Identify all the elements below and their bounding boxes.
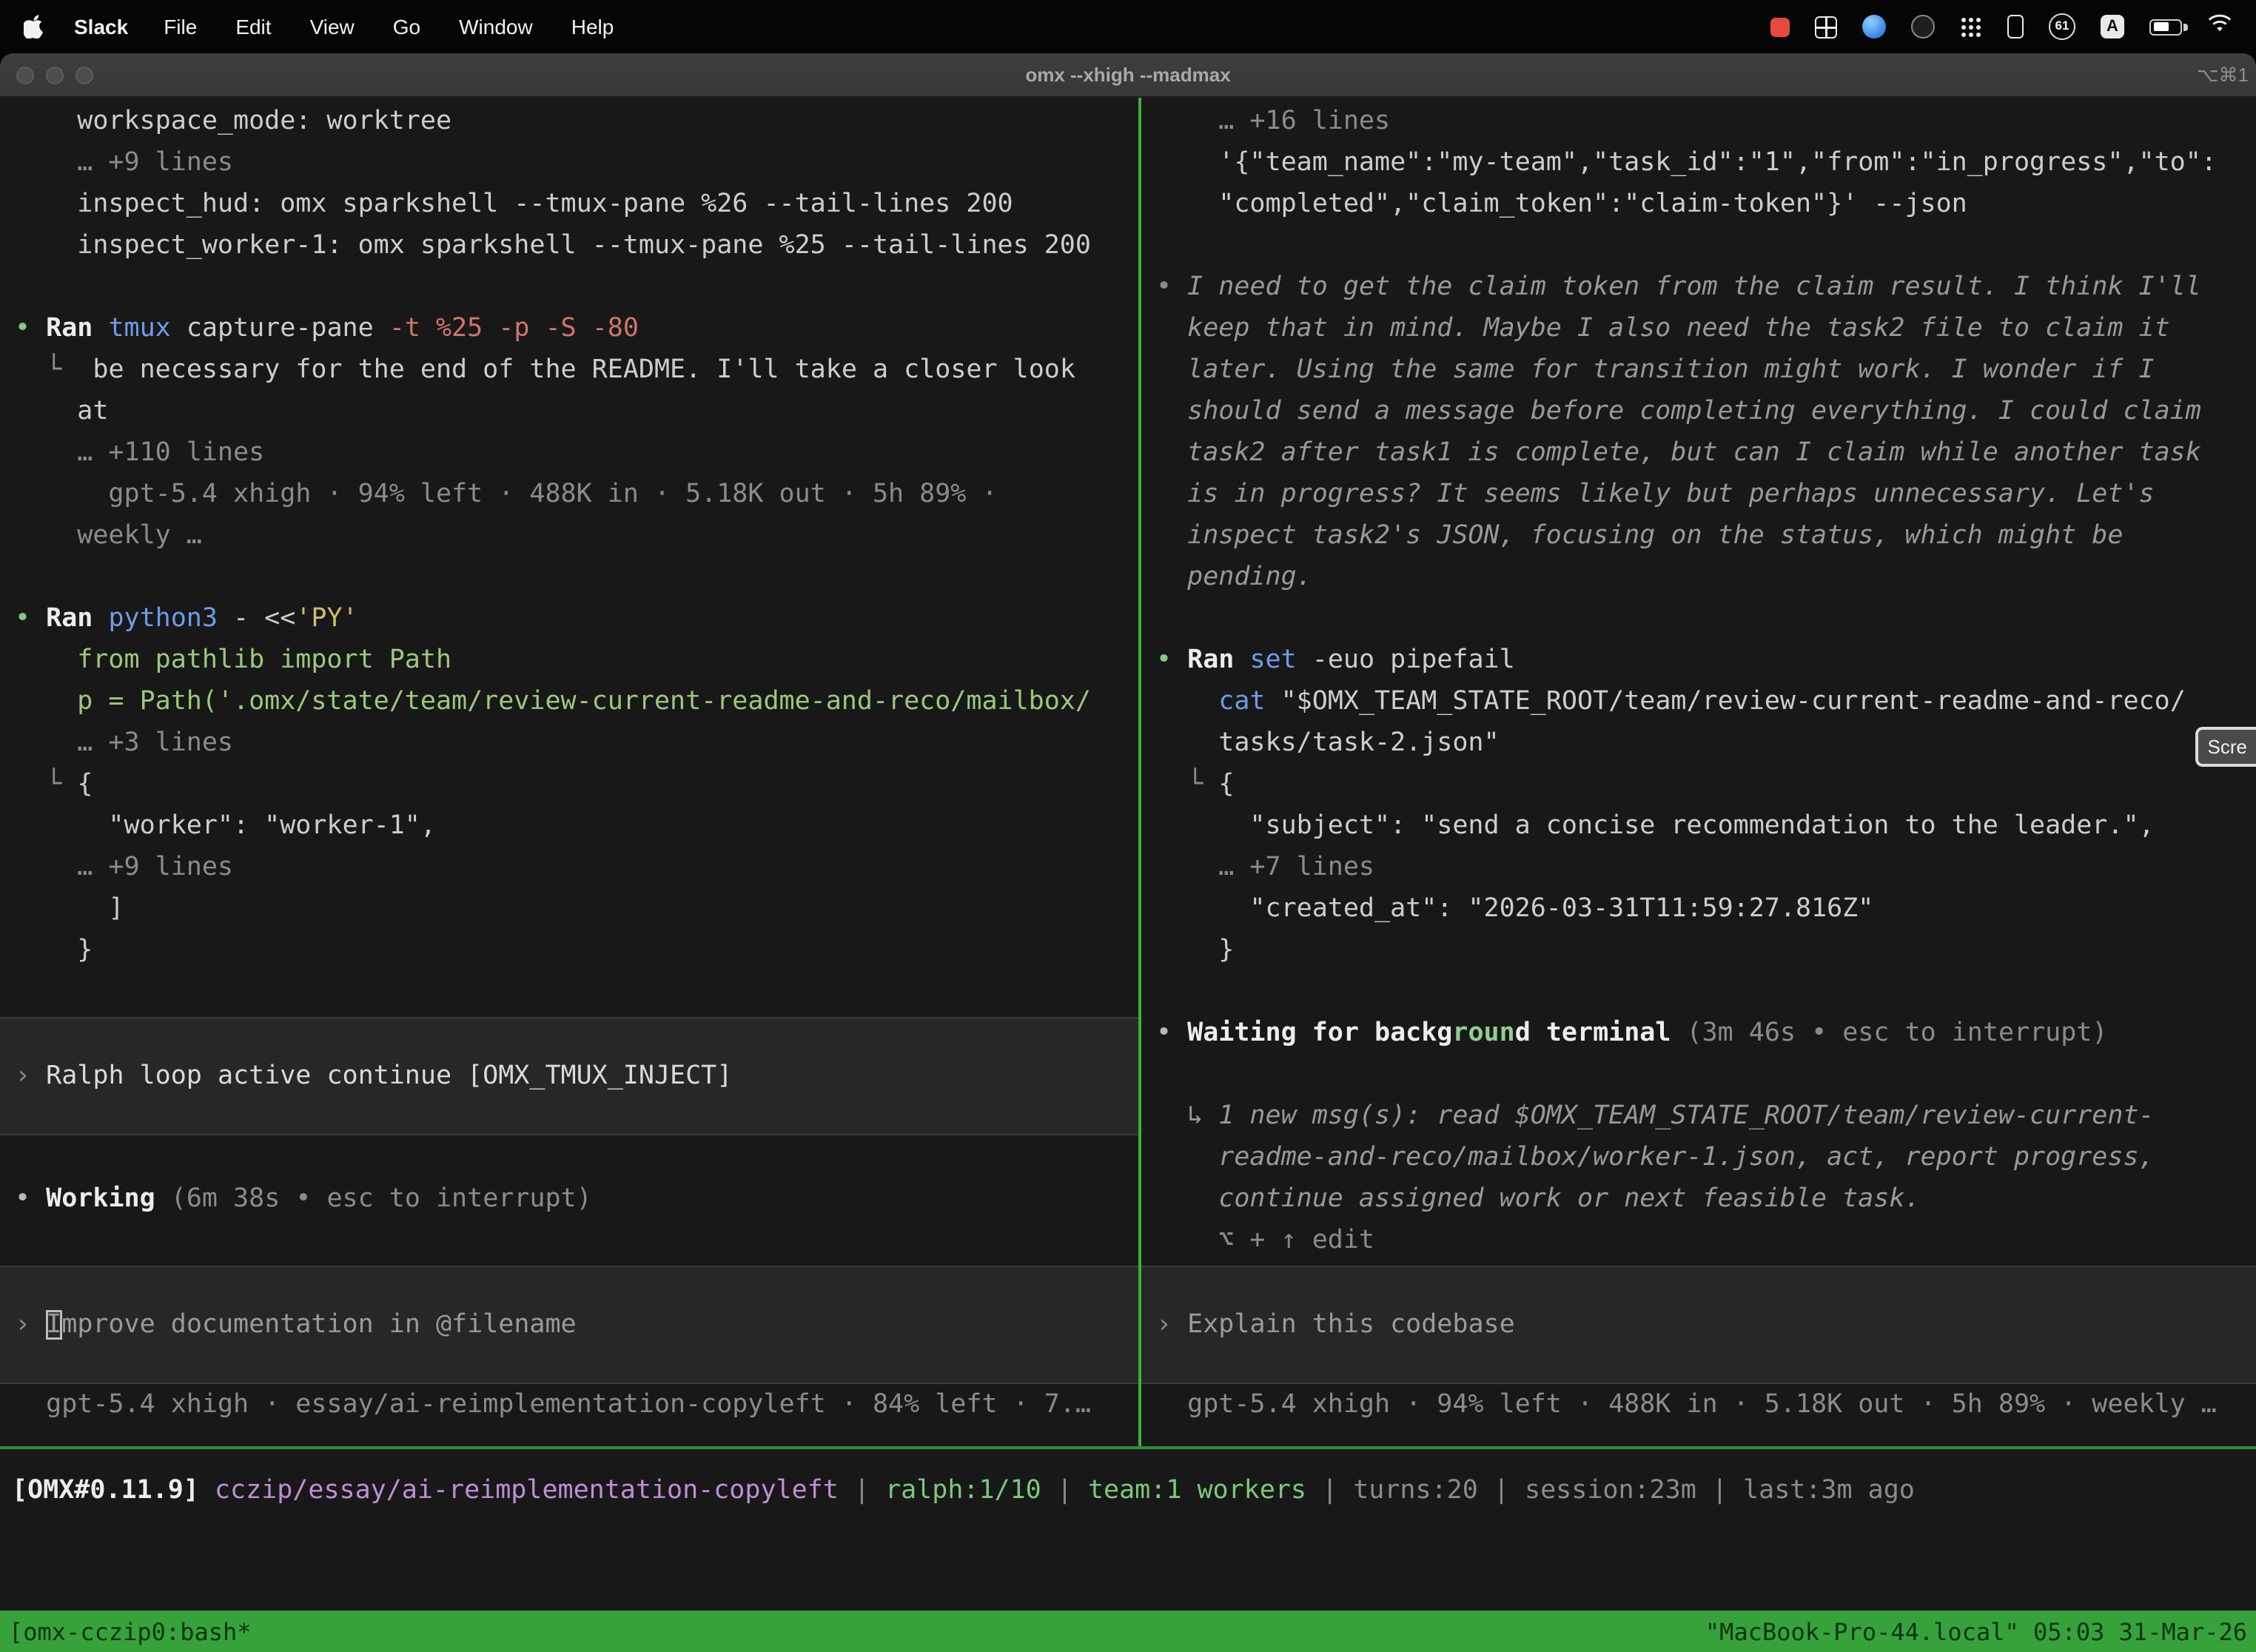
tmux-session-info: [omx-cczip0:bash* <box>9 1617 252 1645</box>
terminal-line: "worker": "worker-1", <box>15 805 1138 847</box>
battery-fill <box>2153 22 2169 31</box>
terminal-line: should send a message before completing … <box>1156 391 2256 432</box>
terminal-line: └ { <box>1156 764 2256 805</box>
terminal-blank-line <box>1156 971 2256 1013</box>
dark-app-icon[interactable] <box>1911 15 1935 38</box>
screen-capture-overlay: Scre <box>2196 727 2256 767</box>
terminal-line: pending. <box>1156 557 2256 598</box>
menu-item-go[interactable]: Go <box>393 15 420 38</box>
prompt-text: › Explain this codebase <box>1156 1304 2256 1346</box>
terminal-line: ⌥ + ↑ edit <box>1156 1220 2256 1261</box>
terminal-line: ] <box>15 888 1138 930</box>
terminal-line: weekly … <box>15 515 1138 557</box>
badge-61-icon[interactable]: 61 <box>2049 13 2075 40</box>
input-source-icon[interactable]: A <box>2101 15 2124 38</box>
terminal-line: gpt-5.4 xhigh · 94% left · 488K in · 5.1… <box>15 474 1138 515</box>
pane-bottom-border <box>0 1446 2256 1449</box>
terminal-line: inspect task2's JSON, focusing on the st… <box>1156 515 2256 557</box>
menu-app-name[interactable]: Slack <box>74 15 128 38</box>
terminal-line: … +3 lines <box>15 722 1138 764</box>
terminal-line: "created_at": "2026-03-31T11:59:27.816Z" <box>1156 888 2256 930</box>
terminal-line: • Ran python3 - <<'PY' <box>15 598 1138 639</box>
terminal-line: } <box>1156 930 2256 971</box>
terminal-line: continue assigned work or next feasible … <box>1156 1178 2256 1220</box>
screen-recording-stop-icon[interactable] <box>1770 17 1790 36</box>
apple-menu-icon[interactable] <box>24 15 44 38</box>
terminal-line: • Ran tmux capture-pane -t %25 -p -S -80 <box>15 308 1138 349</box>
prompt-input-box[interactable]: › Explain this codebase <box>1141 1266 2256 1384</box>
terminal-blank-line <box>15 266 1138 308</box>
terminal-blank-line <box>1156 225 2256 266</box>
terminal-line: cat "$OMX_TEAM_STATE_ROOT/team/review-cu… <box>1156 681 2256 722</box>
terminal-line: later. Using the same for transition mig… <box>1156 349 2256 391</box>
zoom-button[interactable] <box>75 66 93 84</box>
menu-items: File Edit View Go Window Help <box>164 15 614 38</box>
tmux-pane-left[interactable]: workspace_mode: worktree … +9 lines insp… <box>0 98 1138 1446</box>
terminal-blank-line <box>1156 598 2256 639</box>
terminal-line: └ be necessary for the end of the README… <box>15 349 1138 391</box>
menu-item-view[interactable]: View <box>310 15 355 38</box>
menu-item-file[interactable]: File <box>164 15 197 38</box>
terminal-line: … +9 lines <box>15 847 1138 888</box>
terminal-line: from pathlib import Path <box>15 639 1138 681</box>
terminal-line: '{"team_name":"my-team","task_id":"1","f… <box>1156 142 2256 184</box>
window-title: omx --xhigh --madmax <box>0 64 2256 86</box>
window-grid-icon[interactable] <box>1815 16 1837 38</box>
terminal-line: gpt-5.4 xhigh · essay/ai-reimplementatio… <box>15 1384 1138 1426</box>
window-title-bar[interactable]: omx --xhigh --madmax ⌥⌘1 <box>0 53 2256 98</box>
menu-item-help[interactable]: Help <box>571 15 614 38</box>
apps-grid-icon[interactable] <box>1960 16 1982 38</box>
blue-app-icon[interactable] <box>1862 15 1886 38</box>
terminal-line: keep that in mind. Maybe I also need the… <box>1156 308 2256 349</box>
terminal-line: … +9 lines <box>15 142 1138 184</box>
terminal-line: is in progress? It seems likely but perh… <box>1156 474 2256 515</box>
device-icon[interactable] <box>2007 15 2024 38</box>
prompt-text: › Improve documentation in @filename <box>15 1304 1138 1346</box>
terminal-line: … +110 lines <box>15 432 1138 474</box>
prompt-input-box[interactable]: › Ralph loop active continue [OMX_TMUX_I… <box>0 1017 1138 1135</box>
screen: Slack File Edit View Go Window Help 61 A <box>0 0 2256 1652</box>
wifi-icon[interactable] <box>2207 13 2232 40</box>
close-button[interactable] <box>16 66 34 84</box>
minimize-button[interactable] <box>46 66 64 84</box>
terminal-line: } <box>15 930 1138 971</box>
menu-status-icons: 61 A <box>1770 13 2232 40</box>
terminal-line: task2 after task1 is complete, but can I… <box>1156 432 2256 474</box>
terminal-window: omx --xhigh --madmax ⌥⌘1 workspace_mode:… <box>0 53 2256 1652</box>
terminal-line: readme-and-reco/mailbox/worker-1.json, a… <box>1156 1137 2256 1178</box>
terminal-line: gpt-5.4 xhigh · 94% left · 488K in · 5.1… <box>1156 1384 2256 1426</box>
terminal-line: p = Path('.omx/state/team/review-current… <box>15 681 1138 722</box>
battery-icon[interactable] <box>2149 19 2182 35</box>
terminal-content: workspace_mode: worktree … +9 lines insp… <box>0 98 2256 1446</box>
terminal-line: tasks/task-2.json" <box>1156 722 2256 764</box>
terminal-line: ↳ 1 new msg(s): read $OMX_TEAM_STATE_ROO… <box>1156 1095 2256 1137</box>
tmux-status-bar: [omx-cczip0:bash* "MacBook-Pro-44.local"… <box>0 1611 2256 1652</box>
menu-bar: Slack File Edit View Go Window Help 61 A <box>0 0 2256 53</box>
terminal-line: … +7 lines <box>1156 847 2256 888</box>
terminal-line: "completed","claim_token":"claim-token"}… <box>1156 184 2256 225</box>
window-shortcut-hint: ⌥⌘1 <box>2197 63 2249 87</box>
terminal-line: … +16 lines <box>1156 101 2256 142</box>
terminal-line: └ { <box>15 764 1138 805</box>
tmux-pane-right[interactable]: … +16 lines '{"team_name":"my-team","tas… <box>1141 98 2256 1446</box>
tmux-host-clock: "MacBook-Pro-44.local" 05:03 31-Mar-26 <box>1705 1617 2247 1645</box>
terminal-line: • I need to get the claim token from the… <box>1156 266 2256 308</box>
terminal-line: workspace_mode: worktree <box>15 101 1138 142</box>
prompt-input-box[interactable]: › Improve documentation in @filename <box>0 1266 1138 1384</box>
terminal-line: "subject": "send a concise recommendatio… <box>1156 805 2256 847</box>
terminal-line: inspect_hud: omx sparkshell --tmux-pane … <box>15 184 1138 225</box>
terminal-line: • Ran set -euo pipefail <box>1156 639 2256 681</box>
terminal-line: • Working (6m 38s • esc to interrupt) <box>15 1178 1138 1220</box>
omx-status-line: [OMX#0.11.9] cczip/essay/ai-reimplementa… <box>0 1470 2256 1511</box>
terminal-line: inspect_worker-1: omx sparkshell --tmux-… <box>15 225 1138 266</box>
terminal-line: • Waiting for background terminal (3m 46… <box>1156 1013 2256 1054</box>
terminal-blank-line <box>1156 1054 2256 1095</box>
traffic-lights <box>0 66 93 84</box>
menu-item-window[interactable]: Window <box>459 15 533 38</box>
terminal-line: at <box>15 391 1138 432</box>
menu-item-edit[interactable]: Edit <box>235 15 271 38</box>
terminal-blank-line <box>15 557 1138 598</box>
prompt-text: › Ralph loop active continue [OMX_TMUX_I… <box>15 1055 1138 1097</box>
